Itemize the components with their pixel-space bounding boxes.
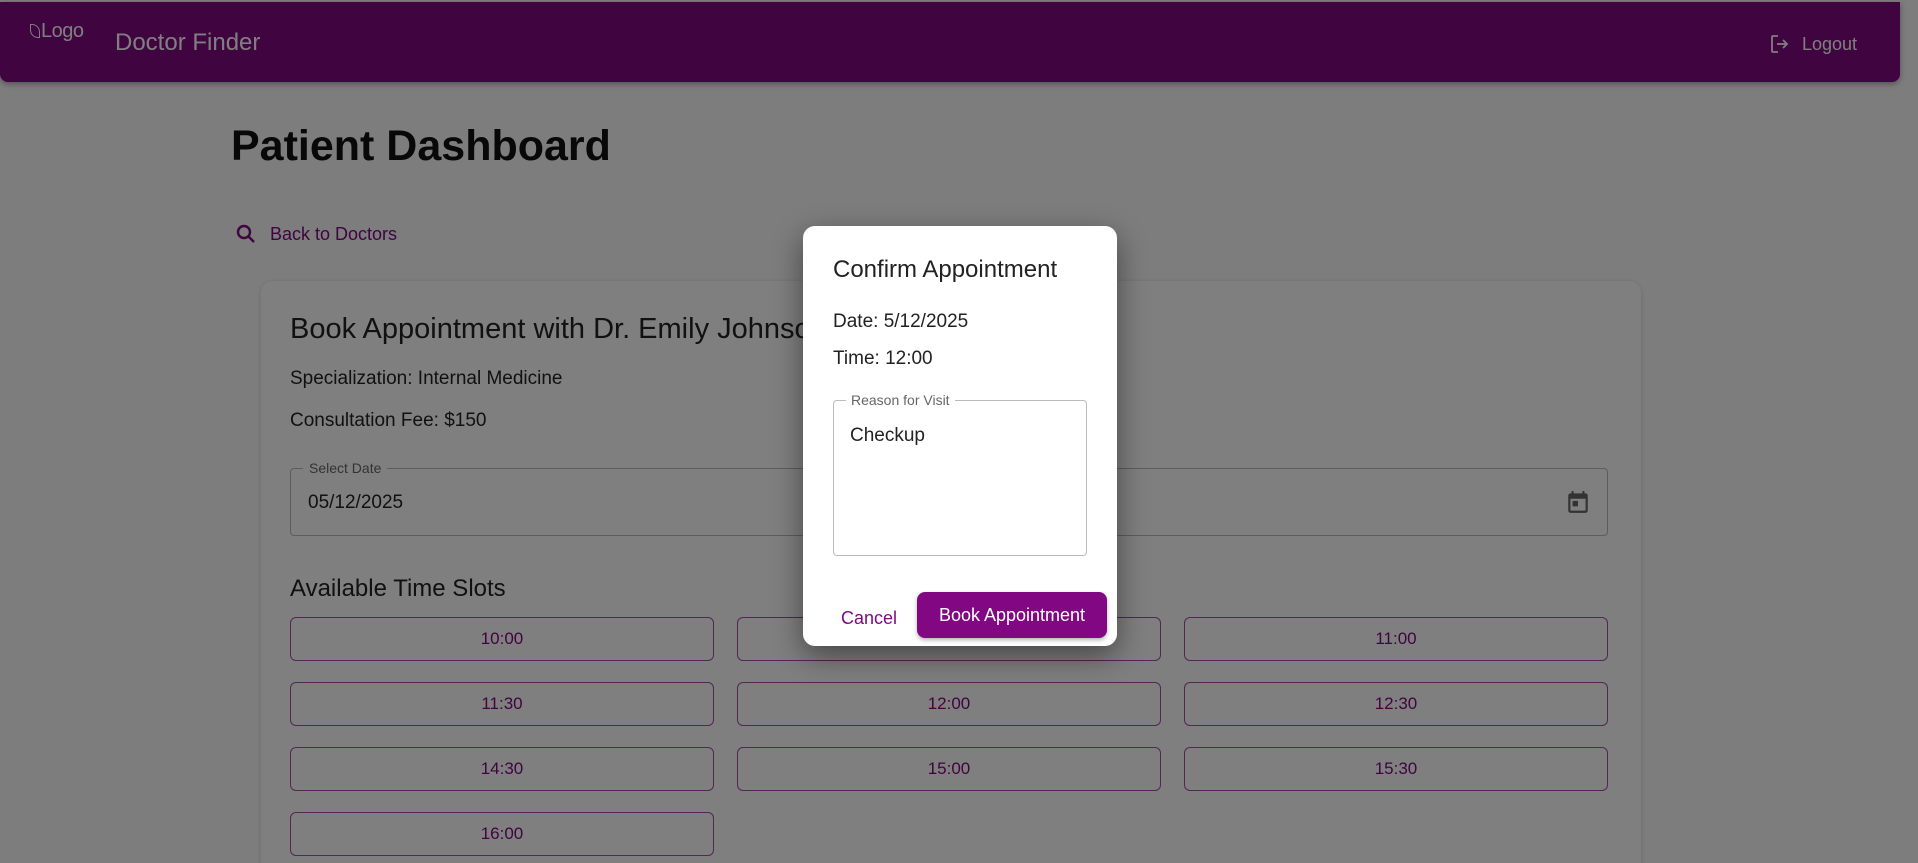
book-appointment-button[interactable]: Book Appointment [917, 592, 1107, 638]
cancel-button[interactable]: Cancel [831, 602, 907, 635]
dialog-title: Confirm Appointment [833, 256, 1058, 283]
dialog-time: Time: 12:00 [833, 348, 933, 369]
reason-for-visit-value[interactable]: Checkup [850, 425, 925, 447]
dialog-date: Date: 5/12/2025 [833, 311, 969, 332]
reason-for-visit-label: Reason for Visit [846, 392, 955, 408]
page: Logo Doctor Finder Logout Patient Dashbo… [0, 0, 1918, 863]
confirm-appointment-dialog: Confirm Appointment Date: 5/12/2025 Time… [803, 226, 1117, 646]
reason-for-visit-field[interactable]: Reason for Visit Checkup [833, 392, 1087, 556]
